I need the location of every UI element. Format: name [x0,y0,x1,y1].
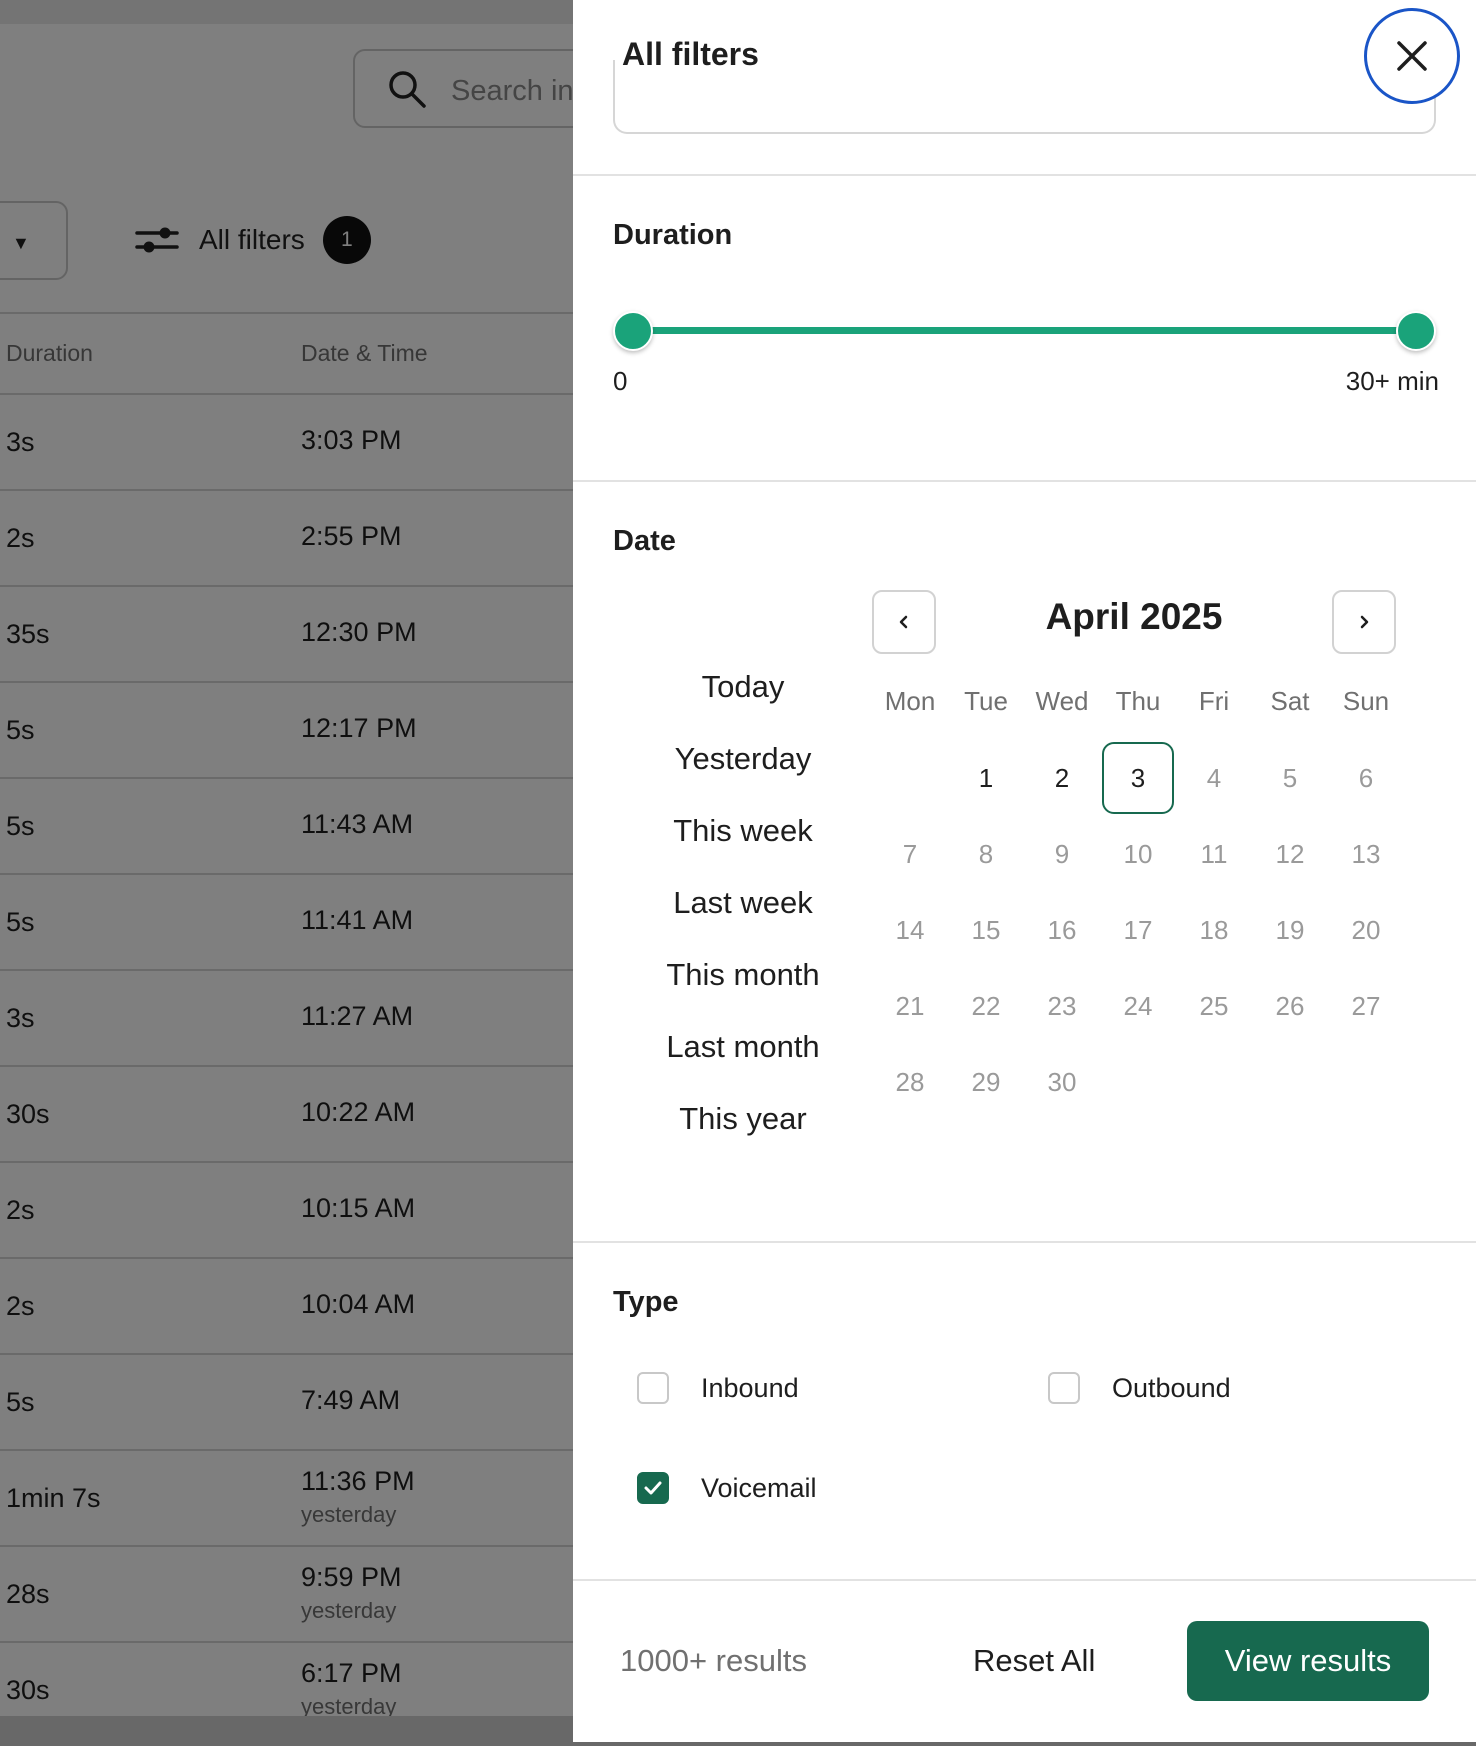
checkbox[interactable] [637,1472,669,1504]
calendar-day: 24 [1123,990,1153,1021]
calendar-grid: 1 2 3 4 5 6 7 8 9 10 11 12 13 14 15 16 17 18 19 20 21 22 23 24 2… [872,740,1404,1120]
next-month-button[interactable] [1332,590,1396,654]
weekday-label: Sun [1342,686,1390,716]
checkbox[interactable] [637,1372,669,1404]
quick-range-yesterday[interactable]: Yesterday [613,723,873,795]
selected-day-marker: 3 [1102,742,1174,814]
quick-range-last-month[interactable]: Last month [613,1011,873,1083]
divider [573,480,1476,482]
quick-range-this-week[interactable]: This week [613,795,873,867]
calendar-day: 9 [1054,838,1070,869]
calendar-day: 18 [1199,914,1229,945]
quick-range-list: Today Yesterday This week Last week This mon… [613,651,873,1155]
calendar-day: 7 [902,838,918,869]
duration-heading: Duration [613,219,733,251]
reset-all-button[interactable]: Reset All [973,1643,1095,1679]
previous-month-button[interactable] [872,590,936,654]
calendar-day: 10 [1123,838,1153,869]
weekday-label: Wed [1035,686,1089,716]
slider-range-track [635,327,1414,334]
drawer-title: All filters [622,36,759,72]
quick-range-today[interactable]: Today [613,651,873,723]
slider-max-label: 30+ min [1345,366,1439,396]
calendar-day-selected[interactable]: 3 [1100,740,1176,816]
calendar-day: 20 [1351,914,1381,945]
calendar-day: 29 [971,1066,1001,1097]
quick-range-this-month[interactable]: This month [613,939,873,1011]
calendar-day: 23 [1047,990,1077,1021]
chevron-right-icon [1360,615,1369,629]
calendar-day: 17 [1123,914,1153,945]
calendar-day[interactable]: 1 [948,740,1024,816]
calendar-day: 4 [1206,762,1222,793]
weekday-label: Thu [1115,686,1161,716]
slider-min-label: 0 [613,366,628,396]
calendar-day: 14 [895,914,925,945]
calendar-day: 27 [1351,990,1381,1021]
calendar-day: 11 [1200,838,1228,869]
calendar-day: 19 [1275,914,1305,945]
calendar-day: 16 [1047,914,1077,945]
checkbox-label: Outbound [1112,1372,1231,1403]
calendar-day: 5 [1282,762,1298,793]
close-button[interactable] [1364,8,1460,104]
results-count: 1000+ results [620,1643,807,1678]
type-heading: Type [613,1286,679,1318]
weekday-label: Fri [1198,686,1230,716]
checkbox[interactable] [1048,1372,1080,1404]
type-option-inbound[interactable]: Inbound [637,1372,799,1404]
type-option-voicemail[interactable]: Voicemail [637,1472,817,1504]
filters-drawer: All filters Duration 0 30+ min Date Toda… [573,0,1476,1742]
calendar-day: 30 [1047,1066,1077,1097]
calendar-day[interactable]: 2 [1024,740,1100,816]
divider [573,174,1476,176]
duration-slider[interactable] [613,310,1436,351]
quick-range-last-week[interactable]: Last week [613,867,873,939]
calendar-day: 12 [1275,838,1305,869]
check-icon [644,1481,662,1495]
divider [573,1579,1476,1581]
weekday-label: Tue [964,686,1008,716]
calendar-blank-cell [872,740,948,816]
chevron-left-icon [899,615,908,629]
calendar-day: 6 [1358,762,1374,793]
calendar-month-title: April 2025 [1045,596,1223,637]
calendar-day: 26 [1275,990,1305,1021]
weekday-label: Sat [1270,686,1310,716]
calendar-day: 8 [978,838,994,869]
close-icon [1397,41,1427,71]
quick-range-this-year[interactable]: This year [613,1083,873,1155]
view-results-button[interactable]: View results [1187,1621,1429,1701]
type-option-outbound[interactable]: Outbound [1048,1372,1231,1404]
calendar-day: 25 [1199,990,1229,1021]
date-heading: Date [613,525,676,557]
checkbox-label: Inbound [701,1372,799,1403]
slider-max-handle[interactable] [1396,311,1436,351]
calendar-day: 28 [895,1066,925,1097]
checkbox-label: Voicemail [701,1472,817,1503]
divider [573,1241,1476,1243]
calendar-day: 15 [971,914,1001,945]
slider-min-handle[interactable] [613,311,653,351]
calendar-day: 22 [971,990,1001,1021]
calendar-day: 21 [895,990,925,1021]
calendar-day: 13 [1351,838,1381,869]
weekday-label: Mon [884,686,936,716]
weekday-header: Mon Tue Wed Thu Fri Sat Sun [872,686,1404,717]
